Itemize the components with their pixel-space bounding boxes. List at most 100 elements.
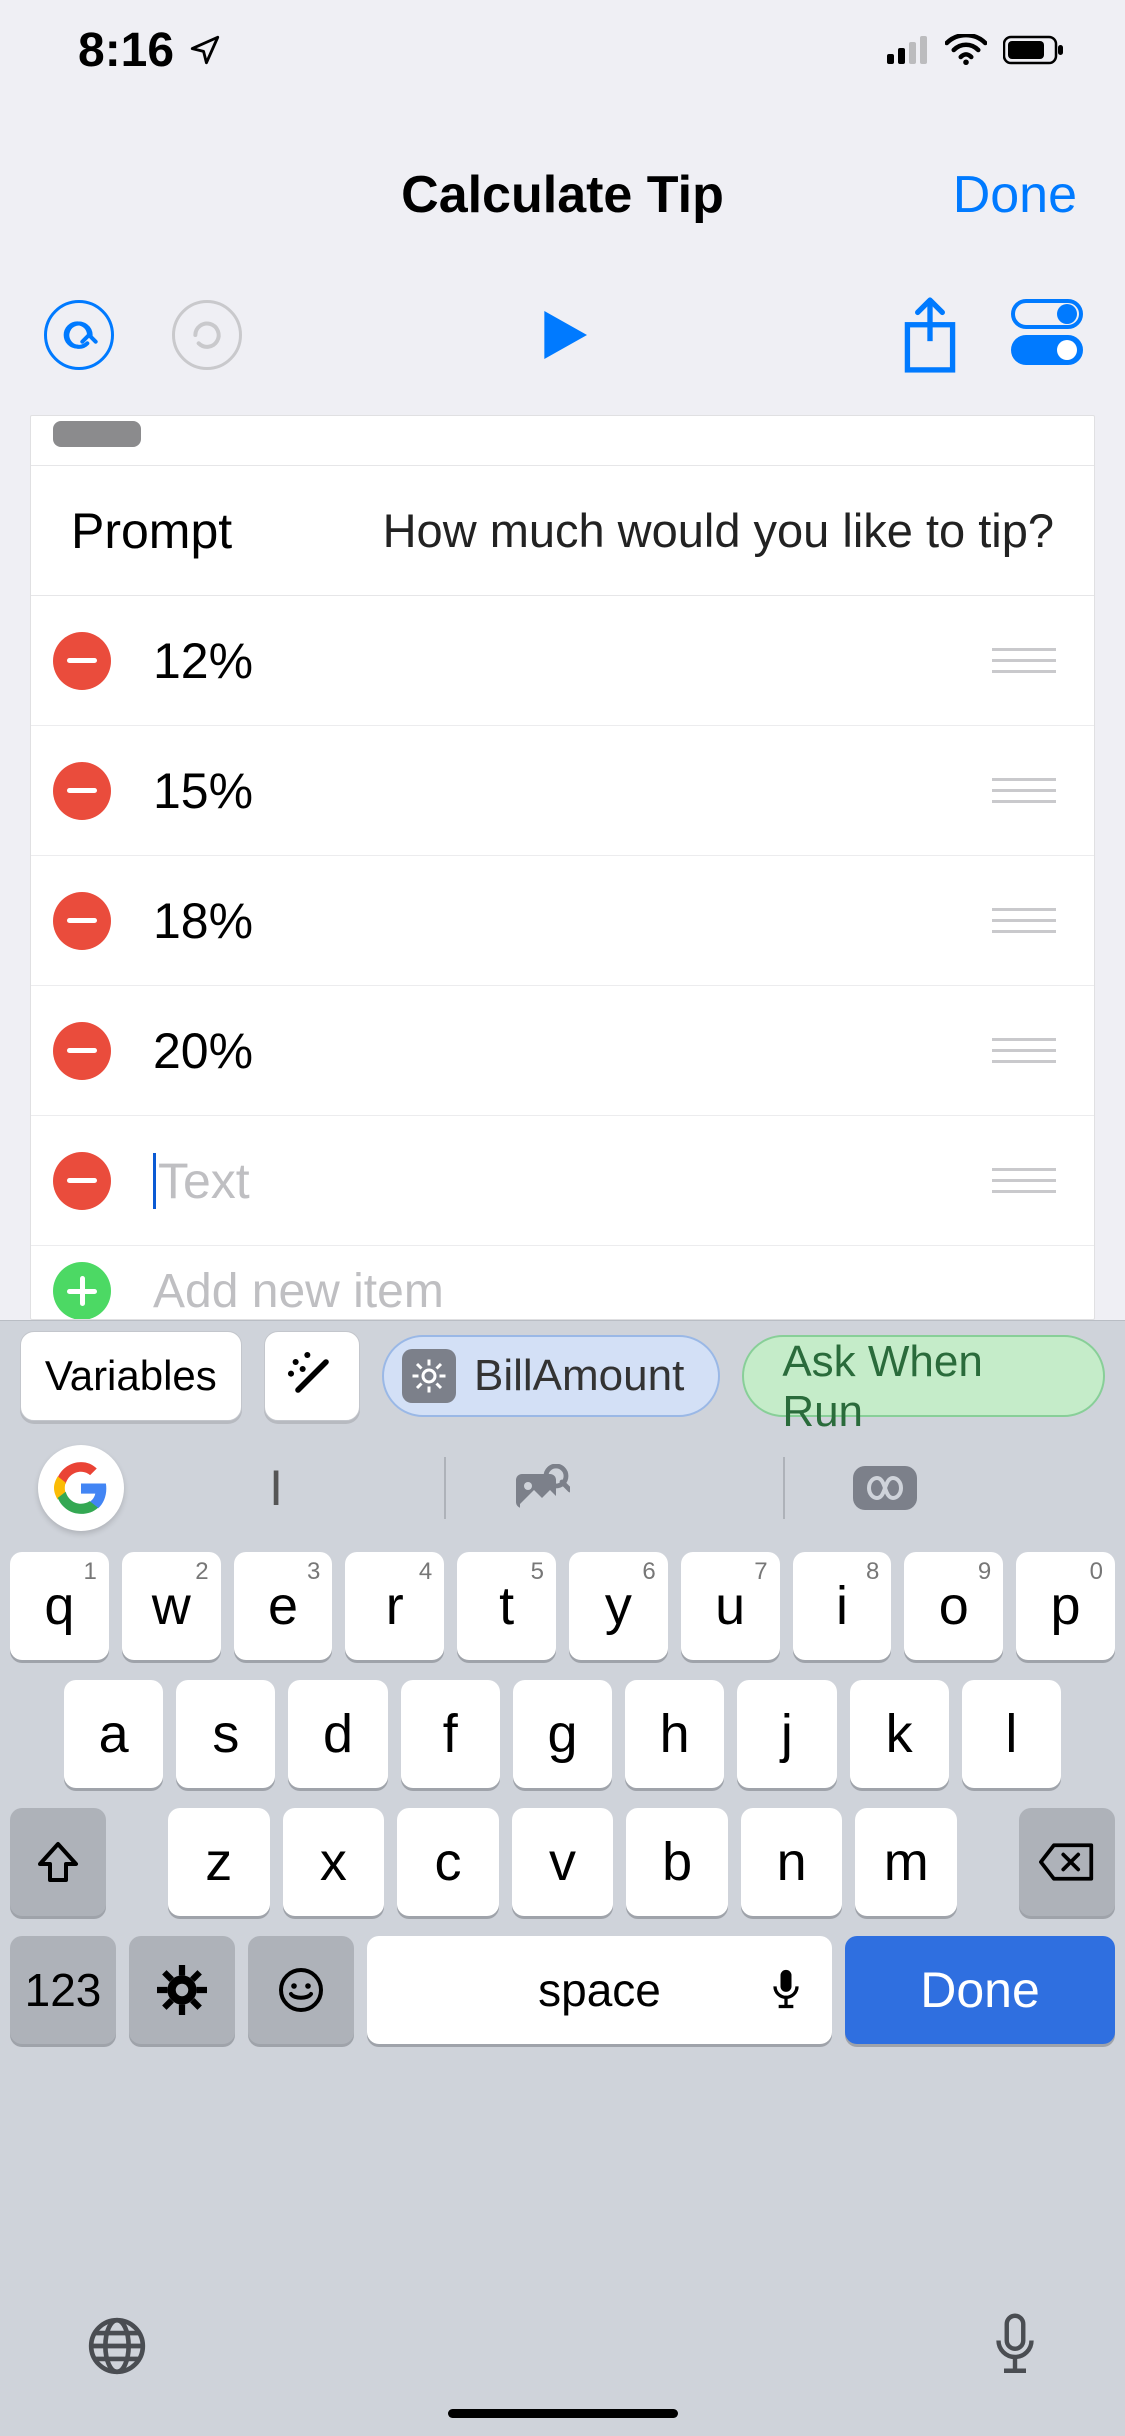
key-e[interactable]: e3 <box>234 1552 333 1660</box>
key-i[interactable]: i8 <box>793 1552 892 1660</box>
key-t[interactable]: t5 <box>457 1552 556 1660</box>
delete-item-button[interactable] <box>53 1152 111 1210</box>
keyboard-row-4: 123 space Done <box>0 1936 1125 2044</box>
cell-signal-icon <box>887 36 929 64</box>
toolbar <box>0 285 1125 385</box>
backspace-key[interactable] <box>1019 1808 1115 1916</box>
key-h[interactable]: h <box>625 1680 724 1788</box>
shift-key[interactable] <box>10 1808 106 1916</box>
key-p[interactable]: p0 <box>1016 1552 1115 1660</box>
reorder-handle-icon[interactable] <box>992 908 1056 933</box>
reorder-handle-icon[interactable] <box>992 1168 1056 1193</box>
key-u[interactable]: u7 <box>681 1552 780 1660</box>
key-x[interactable]: x <box>283 1808 385 1916</box>
page-title: Calculate Tip <box>401 165 724 225</box>
google-button[interactable] <box>38 1445 124 1531</box>
backspace-icon <box>1039 1841 1095 1883</box>
key-a[interactable]: a <box>64 1680 163 1788</box>
delete-item-button[interactable] <box>53 892 111 950</box>
key-k[interactable]: k <box>850 1680 949 1788</box>
keyboard-suggestion[interactable]: I <box>176 1459 376 1517</box>
key-g[interactable]: g <box>513 1680 612 1788</box>
key-b[interactable]: b <box>626 1808 728 1916</box>
item-text[interactable]: 18% <box>153 892 992 950</box>
action-header-partial <box>31 416 1094 466</box>
delete-item-button[interactable] <box>53 1022 111 1080</box>
gif-button[interactable] <box>853 1465 1053 1511</box>
key-c[interactable]: c <box>397 1808 499 1916</box>
settings-toggle-button[interactable] <box>1011 299 1091 371</box>
prompt-row[interactable]: Prompt How much would you like to tip? <box>31 466 1094 596</box>
battery-icon <box>1003 35 1065 65</box>
add-item-label: Add new item <box>153 1264 444 1319</box>
dictation-key[interactable] <box>991 2313 1039 2379</box>
key-l[interactable]: l <box>962 1680 1061 1788</box>
key-o[interactable]: o9 <box>904 1552 1003 1660</box>
key-r[interactable]: r4 <box>345 1552 444 1660</box>
keyboard-bottom-row <box>0 2286 1125 2406</box>
key-v[interactable]: v <box>512 1808 614 1916</box>
item-text[interactable]: 20% <box>153 1022 992 1080</box>
home-indicator[interactable] <box>448 2409 678 2418</box>
dictation-button[interactable] <box>770 1968 802 2012</box>
item-text[interactable]: 15% <box>153 762 992 820</box>
key-s[interactable]: s <box>176 1680 275 1788</box>
key-f[interactable]: f <box>401 1680 500 1788</box>
emoji-key[interactable] <box>248 1936 354 2044</box>
space-key[interactable]: space <box>367 1936 832 2044</box>
action-type-badge <box>53 421 141 447</box>
keyboard: I <box>0 1430 1125 2436</box>
key-n[interactable]: n <box>741 1808 843 1916</box>
key-y[interactable]: y6 <box>569 1552 668 1660</box>
image-search-button[interactable] <box>514 1464 714 1512</box>
redo-icon <box>187 315 227 355</box>
divider <box>444 1457 446 1519</box>
play-button[interactable] <box>531 303 595 367</box>
list-item[interactable]: 20% <box>31 986 1094 1116</box>
keyboard-row-2: a s d f g h j k l <box>0 1680 1125 1788</box>
add-item-row[interactable]: Add new item <box>31 1246 1094 1320</box>
list-item-new[interactable] <box>31 1116 1094 1246</box>
reorder-handle-icon[interactable] <box>992 1038 1056 1063</box>
magic-wand-button[interactable] <box>264 1331 360 1421</box>
keyboard-accessory-bar: Variables BillAmount Ask When Run <box>0 1320 1125 1430</box>
list-item[interactable]: 18% <box>31 856 1094 986</box>
add-icon <box>53 1262 111 1320</box>
key-z[interactable]: z <box>168 1808 270 1916</box>
navigation-bar: Calculate Tip Done <box>0 145 1125 245</box>
item-text[interactable]: 12% <box>153 632 992 690</box>
list-item[interactable]: 12% <box>31 596 1094 726</box>
ask-when-run-chip[interactable]: Ask When Run <box>742 1335 1105 1417</box>
variable-chip-billamount[interactable]: BillAmount <box>382 1335 720 1417</box>
variables-button[interactable]: Variables <box>20 1331 242 1421</box>
undo-button[interactable] <box>44 300 114 370</box>
prompt-value: How much would you like to tip? <box>383 503 1054 558</box>
key-j[interactable]: j <box>737 1680 836 1788</box>
list-item[interactable]: 15% <box>31 726 1094 856</box>
key-m[interactable]: m <box>855 1808 957 1916</box>
key-q[interactable]: q1 <box>10 1552 109 1660</box>
play-icon <box>531 303 595 367</box>
prompt-label: Prompt <box>71 502 232 560</box>
undo-icon <box>59 315 99 355</box>
status-time: 8:16 <box>78 23 222 78</box>
keyboard-done-key[interactable]: Done <box>845 1936 1115 2044</box>
new-item-input[interactable] <box>158 1152 992 1210</box>
delete-item-button[interactable] <box>53 762 111 820</box>
share-button[interactable] <box>899 296 961 374</box>
microphone-icon <box>991 2313 1039 2379</box>
status-time-text: 8:16 <box>78 23 174 78</box>
numbers-key[interactable]: 123 <box>10 1936 116 2044</box>
redo-button <box>172 300 242 370</box>
gear-icon <box>157 1965 207 2015</box>
key-w[interactable]: w2 <box>122 1552 221 1660</box>
globe-key[interactable] <box>86 2315 148 2377</box>
reorder-handle-icon[interactable] <box>992 648 1056 673</box>
action-card: Prompt How much would you like to tip? 1… <box>30 415 1095 1320</box>
reorder-handle-icon[interactable] <box>992 778 1056 803</box>
done-button[interactable]: Done <box>953 165 1077 225</box>
key-d[interactable]: d <box>288 1680 387 1788</box>
delete-item-button[interactable] <box>53 632 111 690</box>
keyboard-settings-key[interactable] <box>129 1936 235 2044</box>
variable-chip-label: BillAmount <box>474 1351 684 1401</box>
